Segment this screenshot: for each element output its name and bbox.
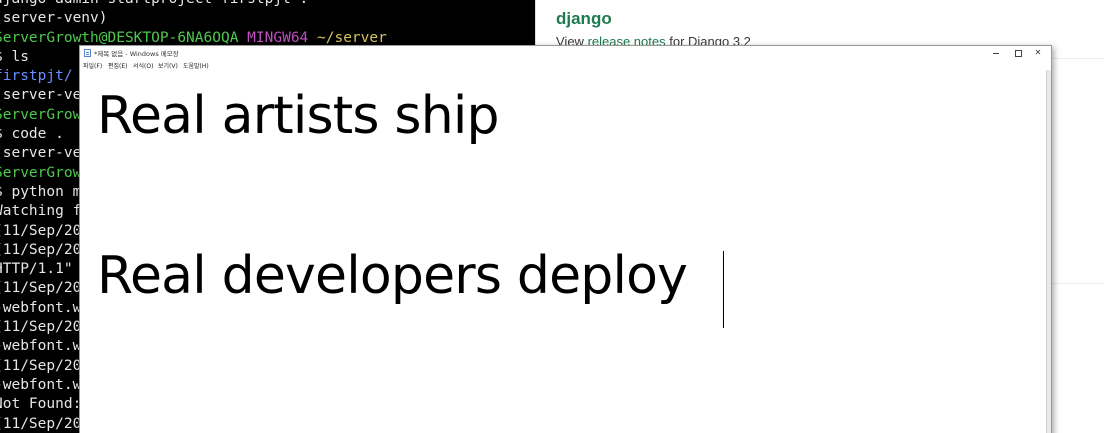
menu-help[interactable]: 도움말(H) (183, 61, 209, 70)
text-line-1: Real artists ship (97, 86, 500, 146)
terminal-text: MINGW64 (247, 29, 318, 46)
notepad-window-title: *제목 없음 - Windows 메모장 (94, 50, 179, 58)
notepad-titlebar[interactable]: *제목 없음 - Windows 메모장 ✕ (80, 46, 1051, 60)
notepad-menubar: 파일(F) 편집(E) 서식(O) 보기(V) 도움말(H) (80, 60, 1051, 70)
notepad-text-area[interactable]: Real artists ship Real developers deploy (80, 70, 1046, 433)
notepad-app-icon (84, 49, 91, 57)
terminal-text: -webfont.wo (0, 338, 91, 355)
terminal-line: (server-venv) (0, 9, 535, 28)
terminal-text: firstpjt/ (0, 68, 91, 85)
terminal-text: ~/server (317, 29, 387, 46)
menu-file[interactable]: 파일(F) (83, 61, 102, 70)
terminal-text: $ code . (0, 126, 64, 143)
terminal-line: django-admin startproject firstpjt . (0, 0, 535, 9)
maximize-button[interactable] (1007, 46, 1029, 60)
menu-format[interactable]: 서식(O) (133, 61, 153, 70)
text-line-2: Real developers deploy (97, 246, 688, 306)
notepad-window[interactable]: *제목 없음 - Windows 메모장 ✕ 파일(F) 편집(E) 서식(O)… (79, 45, 1052, 433)
desktop: django-admin startproject firstpjt . (ser… (0, 0, 1104, 433)
terminal-text: django-admin startproject firstpjt . (0, 0, 308, 7)
terminal-text: ServerGrowth@DESKTOP-6NA6OQA (0, 29, 248, 46)
close-button[interactable]: ✕ (1027, 46, 1049, 60)
notepad-scrollbar[interactable] (1046, 70, 1051, 433)
minimize-button[interactable] (985, 46, 1007, 60)
menu-edit[interactable]: 편집(E) (108, 61, 128, 70)
terminal-text: (server-venv) (0, 10, 108, 27)
text-caret (723, 251, 724, 328)
docs-title: django (556, 9, 612, 28)
terminal-text: $ ls (0, 48, 29, 65)
menu-view[interactable]: 보기(V) (158, 61, 178, 70)
